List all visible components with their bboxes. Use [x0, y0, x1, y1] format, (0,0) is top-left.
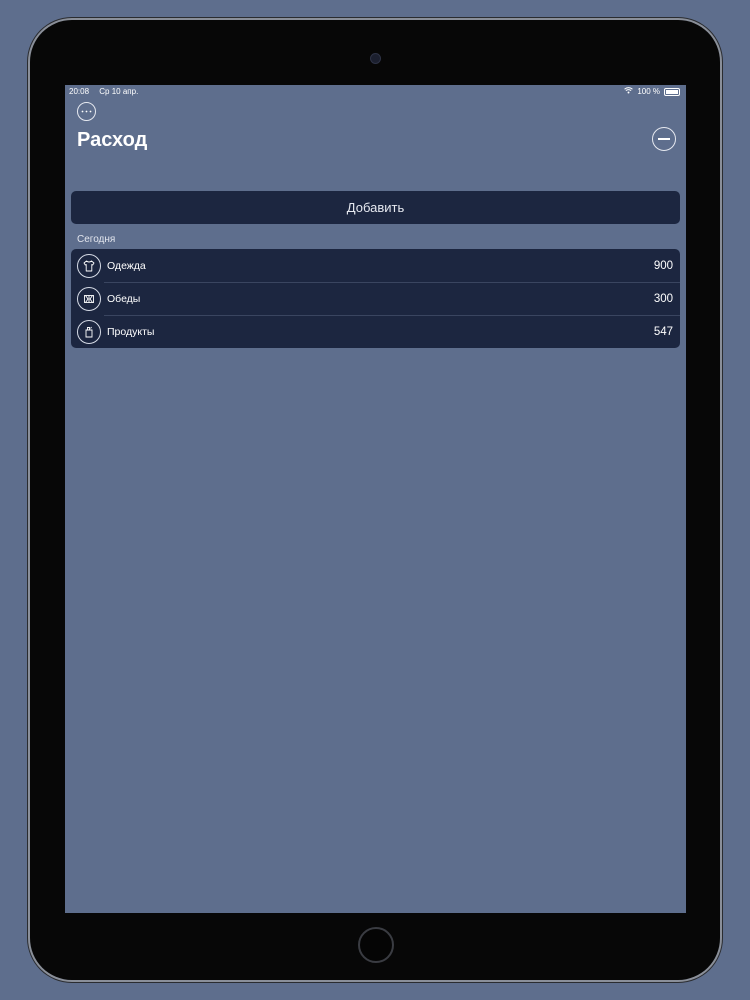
- list-item-groceries[interactable]: Продукты 547: [71, 315, 680, 348]
- grocery-icon: [77, 319, 101, 344]
- section-header-today: Сегодня: [77, 234, 116, 245]
- add-button[interactable]: Добавить: [71, 191, 680, 224]
- list-item-value: 547: [653, 325, 673, 338]
- list-item-value: 300: [653, 292, 673, 305]
- list-item-label: Обеды: [107, 292, 141, 305]
- list-item-value: 900: [653, 259, 673, 272]
- battery-percent: 100 %: [637, 87, 660, 96]
- list-item-label: Одежда: [107, 259, 146, 272]
- list-item-label: Продукты: [107, 325, 155, 338]
- status-date: Ср 10 апр.: [99, 87, 139, 96]
- shirt-icon: [77, 253, 101, 278]
- ipad-frame: 20:08 Ср 10 апр. 100 % Расход Добавить С…: [30, 20, 720, 980]
- wifi-icon: [624, 87, 634, 96]
- minus-icon: [658, 138, 670, 140]
- front-camera: [370, 53, 381, 64]
- remove-button[interactable]: [652, 127, 676, 151]
- more-button[interactable]: [77, 102, 96, 121]
- expense-list: Одежда 900 Обеды 300 Продукты 547: [71, 249, 680, 348]
- battery-icon: [664, 87, 680, 96]
- list-item-clothes[interactable]: Одежда 900: [71, 249, 680, 282]
- home-button[interactable]: [358, 927, 394, 963]
- app-screen: 20:08 Ср 10 апр. 100 % Расход Добавить С…: [65, 85, 686, 913]
- status-time: 20:08: [69, 87, 90, 96]
- list-item-lunch[interactable]: Обеды 300: [71, 282, 680, 315]
- grill-icon: [77, 286, 101, 311]
- ellipsis-icon: [81, 110, 92, 113]
- status-bar: 20:08 Ср 10 апр. 100 %: [65, 85, 686, 97]
- page-title: Расход: [77, 129, 148, 151]
